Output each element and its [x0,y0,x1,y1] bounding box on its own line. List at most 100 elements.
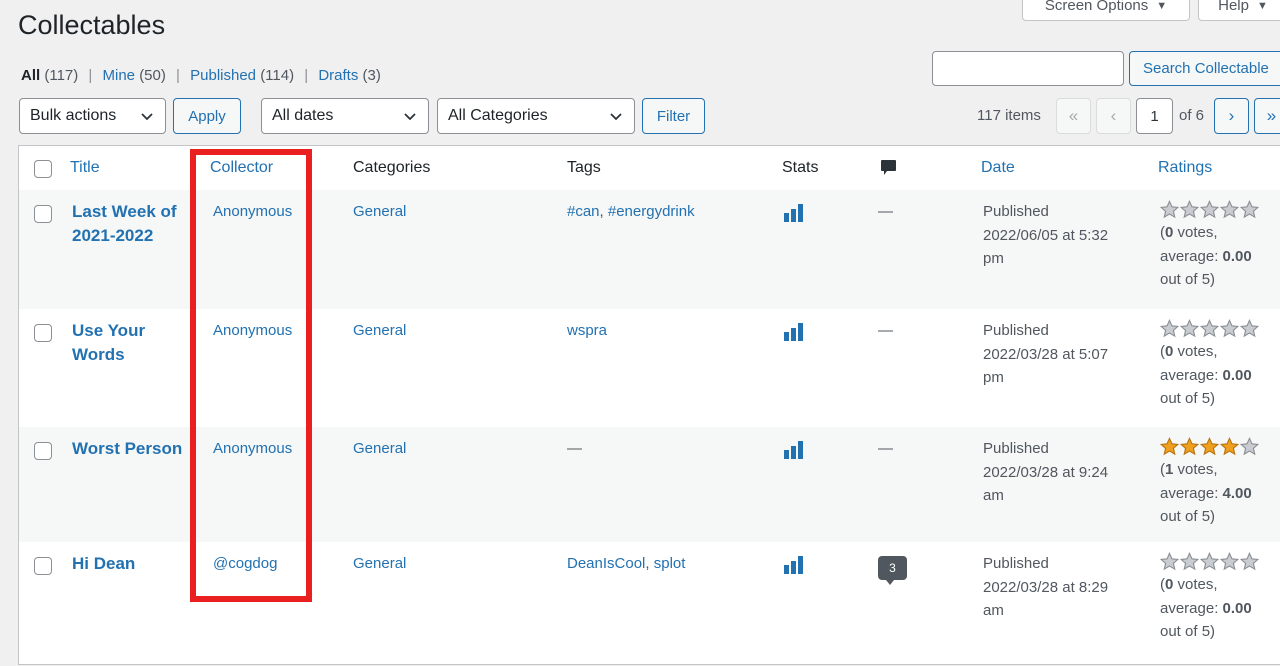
post-date: 2022/03/28 at 5:07 [983,345,1109,363]
row-checkbox[interactable] [34,557,52,575]
tag-link[interactable]: DeanIsCool [567,555,645,572]
page-title: Collectables [18,10,166,40]
average-label: average: [1160,366,1223,384]
comment-count-badge[interactable]: 3 [878,556,907,585]
view-all-count: (117) [44,67,79,84]
post-title-link[interactable]: Last Week of 2021-2022 [72,200,177,247]
total-pages: of 6 [1179,107,1205,124]
tag-separator: , [645,555,654,572]
chevron-down-icon [610,113,622,121]
row-checkbox[interactable] [34,442,52,460]
tag-link[interactable]: splot [654,555,686,572]
bar-chart-icon[interactable] [784,441,804,459]
average-line: average: 4.00 [1160,482,1259,506]
vote-count-line: (0 votes, [1160,343,1218,360]
search-input[interactable] [932,51,1124,86]
separator: | [176,67,180,84]
out-of-label: out of 5) [1160,271,1216,288]
star-icon [1200,437,1219,456]
row-checkbox[interactable] [34,205,52,223]
category-filter-value: All Categories [448,107,548,124]
bar-chart-icon[interactable] [784,323,804,341]
date-cell: Published 2022/03/28 at 9:24 am [983,437,1108,508]
help-button[interactable]: Help ▼ [1198,0,1280,21]
tags-cell: DeanIsCool, splot [567,552,685,576]
collector-name[interactable]: Anonymous [213,200,292,224]
column-collector[interactable]: Collector [210,159,273,177]
average-value: 0.00 [1222,599,1252,617]
average-value: 0.00 [1222,366,1252,384]
vote-count-line: (0 votes, [1160,576,1218,593]
star-rating[interactable] [1160,319,1259,338]
apply-button[interactable]: Apply [173,98,241,134]
collector-name[interactable]: @cogdog [213,552,277,576]
star-icon [1220,552,1239,571]
prev-page-button[interactable]: ‹ [1096,98,1131,134]
category-link[interactable]: General [353,437,406,461]
category-link[interactable]: General [353,319,406,343]
star-icon [1160,437,1179,456]
post-status: Published [983,203,1049,220]
category-link[interactable]: General [353,552,406,576]
comment-count: — [878,203,893,220]
comment-count: — [878,440,893,457]
bulk-actions-select[interactable]: Bulk actions [19,98,166,134]
average-label: average: [1160,247,1223,265]
separator: | [88,67,93,84]
post-date: 2022/03/28 at 8:29 [983,578,1109,596]
last-page-button[interactable]: » [1254,98,1280,134]
row-checkbox[interactable] [34,324,52,342]
select-all-checkbox[interactable] [34,160,52,178]
post-title-link[interactable]: Worst Person [72,437,182,461]
view-mine-link[interactable]: Mine [103,67,136,84]
chevron-down-icon [141,113,153,121]
average-line: average: 0.00 [1160,364,1259,388]
bulk-actions-value: Bulk actions [30,107,117,124]
current-page-input[interactable]: 1 [1136,98,1173,134]
average-value: 0.00 [1222,247,1252,265]
view-drafts-link[interactable]: Drafts [318,67,358,84]
post-title-line: Words [72,344,125,364]
filter-button[interactable]: Filter [642,98,705,134]
table-row: Use Your Words Anonymous General wspra — Publi… [19,309,1280,427]
column-ratings[interactable]: Ratings [1158,159,1212,177]
star-rating[interactable] [1160,552,1259,571]
star-icon [1180,319,1199,338]
out-of-label: out of 5) [1160,623,1216,640]
star-rating[interactable] [1160,200,1259,219]
category-filter-select[interactable]: All Categories [437,98,635,134]
tag-link[interactable]: #can [567,203,600,220]
tag-link[interactable]: wspra [567,322,607,339]
vote-count-line: (1 votes, [1160,461,1218,478]
next-page-button[interactable]: › [1214,98,1249,134]
screen-options-button[interactable]: Screen Options ▼ [1022,0,1190,21]
comment-bubble-icon[interactable] [880,159,897,177]
post-title-link[interactable]: Hi Dean [72,552,135,576]
post-time-suffix: pm [983,250,1004,267]
category-link[interactable]: General [353,200,406,224]
tag-link[interactable]: #energydrink [608,203,695,220]
out-of-label: out of 5) [1160,508,1216,525]
tag-separator: , [599,203,608,220]
star-icon [1200,552,1219,571]
date-filter-select[interactable]: All dates [261,98,429,134]
star-rating[interactable] [1160,437,1259,456]
tags-cell: wspra [567,319,607,343]
date-cell: Published 2022/06/05 at 5:32 pm [983,200,1108,271]
bar-chart-icon[interactable] [784,204,804,222]
view-published-link[interactable]: Published [190,67,256,84]
post-title-line: Worst Person [72,439,183,458]
caret-down-icon: ▼ [1256,0,1268,12]
view-all-link[interactable]: All [21,67,40,84]
collector-name[interactable]: Anonymous [213,319,292,343]
column-date[interactable]: Date [981,159,1015,177]
post-title-link[interactable]: Use Your Words [72,319,145,366]
date-filter-value: All dates [272,107,334,124]
column-title[interactable]: Title [70,159,100,177]
post-status: Published [983,555,1049,572]
search-button[interactable]: Search Collectable [1129,51,1280,86]
votes-label: votes, [1173,461,1218,478]
bar-chart-icon[interactable] [784,556,804,574]
first-page-button[interactable]: « [1056,98,1091,134]
collector-name[interactable]: Anonymous [213,437,292,461]
